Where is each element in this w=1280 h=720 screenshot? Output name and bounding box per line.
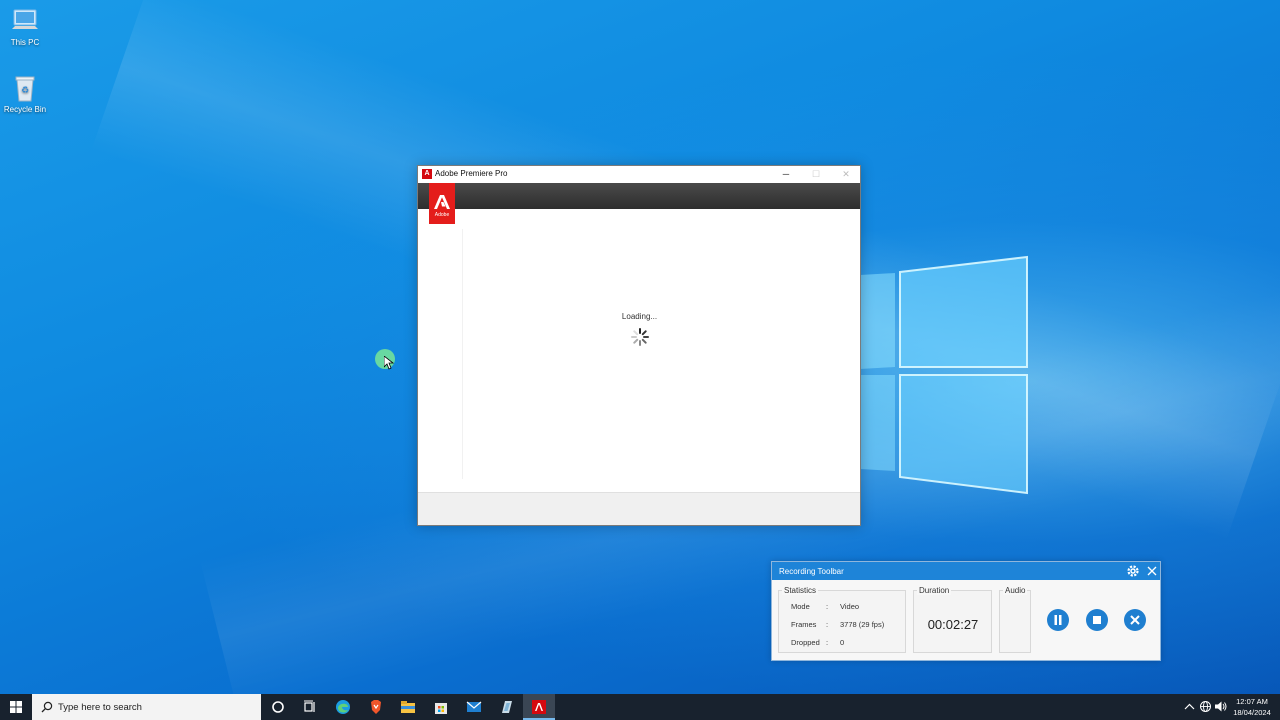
stat-separator: : bbox=[826, 638, 829, 647]
brave-icon bbox=[371, 700, 381, 714]
svg-text:♻: ♻ bbox=[21, 86, 29, 96]
store-icon bbox=[435, 703, 447, 714]
cortana-icon bbox=[272, 701, 284, 713]
clock-time: 12:07 AM bbox=[1236, 697, 1268, 706]
search-icon bbox=[41, 701, 53, 713]
stat-separator: : bbox=[826, 620, 829, 629]
stat-mode-value: Video bbox=[840, 602, 860, 611]
close-icon bbox=[1130, 615, 1140, 625]
mouse-pointer-icon bbox=[384, 356, 394, 370]
edge-icon bbox=[336, 700, 350, 714]
file-explorer-icon bbox=[401, 701, 415, 713]
stat-frames-key: Frames bbox=[791, 620, 817, 629]
taskbar-search-box[interactable]: Type here to search bbox=[32, 694, 261, 720]
mail-icon bbox=[466, 701, 482, 712]
task-view-icon bbox=[304, 700, 315, 712]
stat-dropped-value: 0 bbox=[840, 638, 845, 647]
duration-label: Duration bbox=[917, 586, 952, 595]
content-panel bbox=[462, 229, 842, 479]
stat-frames-value: 3778 (29 fps) bbox=[840, 620, 885, 629]
window-header-bar bbox=[418, 183, 860, 209]
loading-label: Loading... bbox=[621, 312, 658, 321]
taskbar-edge[interactable] bbox=[327, 694, 359, 720]
taskbar: Type here to search 12:07 AM 18/04/2024 bbox=[0, 694, 1280, 720]
taskbar-store[interactable] bbox=[425, 694, 457, 720]
desktop-icon-label: This PC bbox=[10, 38, 40, 47]
premiere-app-icon: A bbox=[422, 169, 432, 179]
premiere-window: A Adobe Premiere Pro ─ ☐ ✕ Adobe Loading… bbox=[417, 165, 861, 526]
windows-logo-wallpaper bbox=[860, 255, 1028, 495]
stop-icon bbox=[1093, 616, 1101, 624]
pause-icon bbox=[1054, 615, 1062, 625]
recording-toolbar-title: Recording Toolbar bbox=[779, 567, 844, 576]
maximize-button[interactable]: ☐ bbox=[801, 166, 831, 183]
desktop-icon-recycle-bin[interactable]: ♻ Recycle Bin bbox=[0, 73, 55, 114]
desktop-icon-this-pc[interactable]: This PC bbox=[0, 6, 55, 47]
window-footer bbox=[418, 492, 860, 525]
adobe-logo-text: Adobe bbox=[434, 212, 450, 218]
taskbar-clock[interactable]: 12:07 AM 18/04/2024 bbox=[1226, 696, 1278, 718]
stat-mode-key: Mode bbox=[791, 602, 810, 611]
duration-value: 00:02:27 bbox=[927, 617, 979, 632]
stat-dropped-key: Dropped bbox=[791, 638, 820, 647]
adobe-logo-icon bbox=[434, 195, 450, 209]
adobe-logo-tag: Adobe bbox=[429, 183, 455, 224]
taskbar-app[interactable] bbox=[491, 694, 523, 720]
taskbar-task-view[interactable] bbox=[294, 694, 326, 720]
computer-icon bbox=[12, 9, 38, 29]
stat-separator: : bbox=[826, 602, 829, 611]
statistics-label: Statistics bbox=[782, 586, 819, 595]
audio-group bbox=[999, 590, 1031, 653]
taskbar-brave[interactable] bbox=[360, 694, 392, 720]
close-icon[interactable] bbox=[1146, 564, 1158, 578]
chevron-up-icon[interactable] bbox=[1184, 702, 1195, 712]
cancel-recording-button[interactable] bbox=[1124, 609, 1146, 631]
recycle-bin-icon: ♻ bbox=[15, 76, 35, 102]
gear-icon[interactable] bbox=[1126, 564, 1140, 578]
app-icon bbox=[502, 701, 512, 713]
window-titlebar[interactable]: A Adobe Premiere Pro ─ ☐ ✕ bbox=[418, 166, 860, 183]
taskbar-file-explorer[interactable] bbox=[392, 694, 424, 720]
minimize-button[interactable]: ─ bbox=[771, 166, 801, 183]
close-button[interactable]: ✕ bbox=[831, 166, 861, 183]
window-content bbox=[418, 209, 860, 493]
network-globe-icon[interactable] bbox=[1199, 700, 1212, 713]
taskbar-cortana[interactable] bbox=[262, 694, 294, 720]
clock-date: 18/04/2024 bbox=[1233, 708, 1271, 717]
recording-toolbar-titlebar[interactable]: Recording Toolbar bbox=[772, 562, 1160, 580]
pause-button[interactable] bbox=[1047, 609, 1069, 631]
audio-label: Audio bbox=[1003, 586, 1028, 595]
window-title: Adobe Premiere Pro bbox=[435, 169, 508, 178]
windows-start-icon bbox=[10, 701, 22, 713]
desktop-icon-label: Recycle Bin bbox=[3, 105, 47, 114]
taskbar-premiere[interactable] bbox=[523, 694, 555, 720]
taskbar-mail[interactable] bbox=[458, 694, 490, 720]
premiere-icon bbox=[532, 700, 546, 714]
start-button[interactable] bbox=[0, 694, 32, 720]
search-placeholder: Type here to search bbox=[58, 702, 142, 713]
stop-button[interactable] bbox=[1086, 609, 1108, 631]
loading-spinner-icon bbox=[631, 328, 649, 346]
